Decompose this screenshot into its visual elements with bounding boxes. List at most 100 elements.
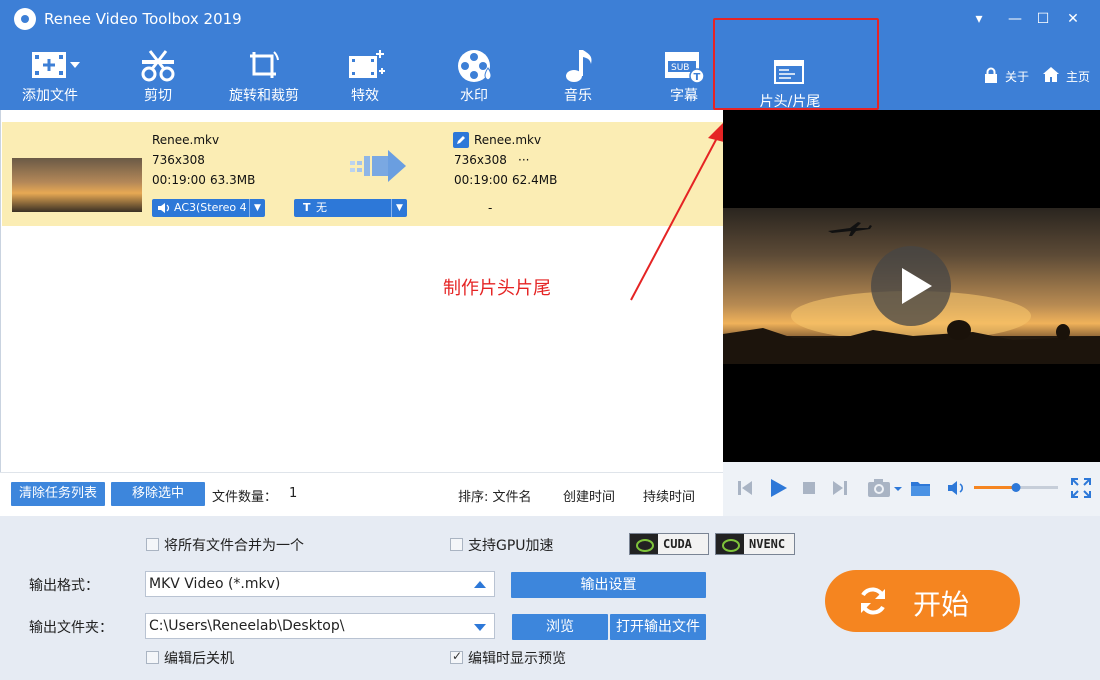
subtitle-value: 无	[316, 201, 327, 214]
annotation-text: 制作片头片尾	[443, 278, 551, 299]
toolbar-label: 特效	[351, 88, 379, 104]
play-icon[interactable]	[768, 478, 788, 498]
minimize-button[interactable]: —	[1004, 8, 1026, 30]
audio-track-dropdown[interactable]: AC3(Stereo 4 ▼	[152, 199, 265, 217]
format-select[interactable]: MKV Video (*.mkv)	[145, 571, 495, 597]
toolbar-label: 音乐	[564, 88, 592, 104]
format-value: MKV Video (*.mkv)	[149, 576, 281, 592]
start-label: 开始	[913, 588, 970, 621]
menu-dropdown-button[interactable]: ▾	[968, 8, 990, 30]
window-title: Renee Video Toolbox 2019	[44, 10, 242, 28]
output-resolution: 736x308	[454, 153, 507, 167]
sort-by-created[interactable]: 创建时间	[563, 486, 615, 505]
stop-icon[interactable]	[802, 481, 816, 495]
svg-text:SUB: SUB	[671, 63, 689, 73]
merge-checkbox[interactable]	[146, 538, 159, 551]
effects-icon	[349, 50, 385, 78]
scissors-icon	[141, 50, 175, 82]
main-toolbar: 添加文件 剪切 旋转和裁剪 特效 水印 音乐 SUB T 字幕 片头/片尾 关于…	[0, 38, 1100, 110]
preview-checkbox[interactable]	[450, 649, 463, 664]
task-list: Renee.mkv 736x308 00:19:00 63.3MB Renee.…	[0, 110, 724, 472]
gpu-checkbox[interactable]	[450, 538, 463, 551]
open-folder-button[interactable]: 打开输出文件	[610, 614, 706, 640]
subtitle-dropdown[interactable]: T 无 ▼	[294, 199, 407, 217]
preview-label: 编辑时显示预览	[468, 651, 566, 667]
source-size: 63.3MB	[210, 173, 256, 187]
watermark-icon	[458, 50, 492, 82]
text-t-icon: T	[303, 201, 311, 214]
skip-forward-icon[interactable]	[832, 479, 848, 497]
maximize-button[interactable]: ☐	[1032, 8, 1054, 30]
play-overlay-button[interactable]	[871, 246, 951, 326]
output-more: ···	[518, 153, 530, 167]
cuda-text: CUDA	[663, 537, 692, 551]
output-filename: Renee.mkv	[474, 133, 542, 147]
sort-by-name[interactable]: 排序: 文件名	[458, 486, 532, 505]
file-count-label: 文件数量：	[212, 490, 278, 505]
refresh-icon	[861, 587, 885, 615]
remove-selected-button[interactable]: 移除选中	[111, 482, 205, 506]
output-audio-placeholder: -	[488, 201, 493, 215]
folder-select[interactable]: C:\Users\Reneelab\Desktop\	[145, 613, 495, 639]
skip-back-icon[interactable]	[737, 479, 753, 497]
gpu-label: 支持GPU加速	[468, 538, 554, 554]
browse-button[interactable]: 浏览	[512, 614, 608, 640]
nvidia-logo-icon	[630, 534, 658, 554]
annotation-arrow	[630, 120, 726, 301]
video-thumbnail	[12, 158, 142, 212]
shutdown-label: 编辑后关机	[164, 651, 234, 667]
about-link[interactable]: 关于	[1005, 68, 1029, 85]
toolbar-watermark[interactable]: 水印	[429, 38, 519, 110]
source-duration: 00:19:00	[152, 173, 206, 187]
fullscreen-icon[interactable]	[1071, 478, 1091, 498]
chevron-up-icon	[474, 581, 486, 588]
app-window: Renee Video Toolbox 2019 ▾ — ☐ ✕ 添加文件 剪切…	[0, 0, 1100, 680]
volume-icon[interactable]	[947, 479, 967, 497]
folder-icon[interactable]	[910, 479, 932, 497]
volume-knob[interactable]	[1011, 483, 1021, 492]
toolbar-label: 旋转和裁剪	[229, 88, 299, 104]
title-bar: Renee Video Toolbox 2019 ▾ — ☐ ✕	[0, 0, 1100, 38]
start-button[interactable]: 开始	[825, 570, 1020, 632]
edit-icon[interactable]	[453, 132, 469, 148]
toolbar-effects[interactable]: 特效	[320, 38, 410, 110]
clear-list-button[interactable]: 清除任务列表	[11, 482, 105, 506]
nvenc-badge: NVENC	[715, 533, 795, 555]
merge-label: 将所有文件合并为一个	[164, 538, 304, 554]
toolbar-label: 水印	[460, 88, 488, 104]
home-link[interactable]: 主页	[1066, 68, 1090, 85]
sort-by-duration[interactable]: 持续时间	[643, 486, 695, 505]
cuda-badge: CUDA	[629, 533, 709, 555]
audio-track-value: AC3(Stereo 4	[174, 201, 247, 214]
volume-slider[interactable]	[972, 482, 1060, 494]
shutdown-checkbox[interactable]	[146, 651, 159, 664]
rotate-crop-icon	[250, 51, 279, 78]
camera-icon[interactable]	[867, 478, 903, 498]
app-logo-icon	[14, 8, 36, 30]
folder-label: 输出文件夹：	[29, 620, 113, 636]
video-preview[interactable]	[723, 110, 1100, 462]
output-size: 62.4MB	[512, 173, 558, 187]
chevron-down-icon: ▼	[391, 199, 407, 217]
toolbar-rotate-crop[interactable]: 旋转和裁剪	[219, 38, 309, 110]
output-settings-button[interactable]: 输出设置	[511, 572, 706, 598]
task-row[interactable]: Renee.mkv 736x308 00:19:00 63.3MB Renee.…	[2, 122, 724, 226]
music-note-icon	[566, 50, 592, 82]
nvidia-logo-icon	[716, 534, 744, 554]
svg-text:T: T	[694, 72, 701, 83]
add-file-icon	[32, 52, 80, 78]
toolbar-add-file[interactable]: 添加文件	[5, 38, 95, 110]
toolbar-music[interactable]: 音乐	[533, 38, 623, 110]
folder-value: C:\Users\Reneelab\Desktop\	[149, 618, 345, 634]
nvenc-text: NVENC	[749, 537, 786, 551]
output-duration: 00:19:00	[454, 173, 508, 187]
list-bar: 清除任务列表 移除选中 文件数量： 1 排序: 文件名 创建时间 持续时间	[0, 472, 723, 516]
toolbar-label: 添加文件	[22, 88, 78, 104]
chevron-down-icon: ▼	[249, 199, 265, 217]
toolbar-cut[interactable]: 剪切	[113, 38, 203, 110]
highlight-box	[713, 18, 879, 110]
source-filename: Renee.mkv	[152, 133, 220, 147]
close-button[interactable]: ✕	[1062, 8, 1084, 30]
convert-arrow-icon	[350, 150, 406, 182]
source-resolution: 736x308	[152, 153, 205, 167]
